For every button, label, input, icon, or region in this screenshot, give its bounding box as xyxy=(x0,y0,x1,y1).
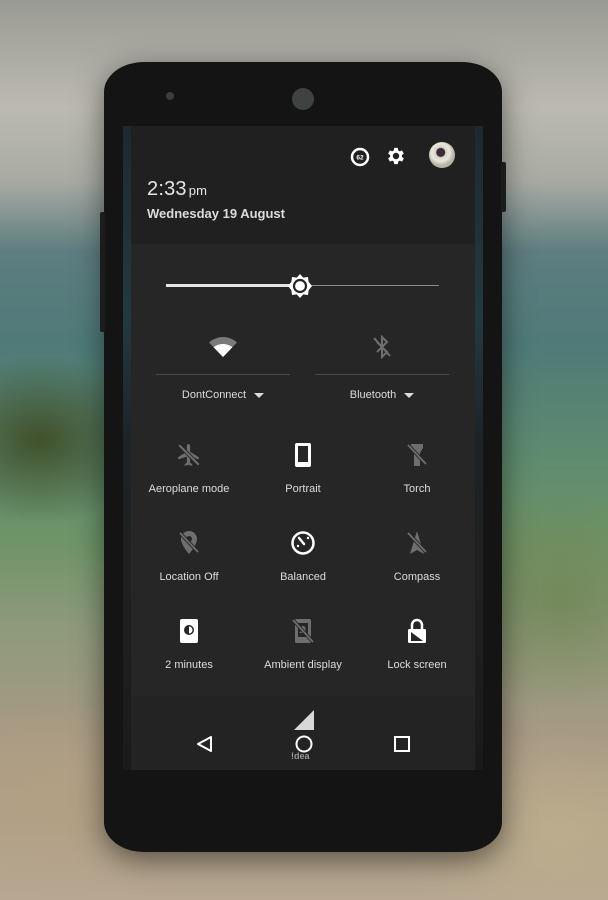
wifi-toggle[interactable]: DontConnect xyxy=(156,328,290,408)
brightness-thumb-icon[interactable] xyxy=(287,273,313,299)
tile-ambient-display[interactable]: Ambient display xyxy=(247,611,359,681)
tile-location[interactable]: Location Off xyxy=(133,523,245,593)
carrier-label: !dea xyxy=(291,751,310,761)
tile-screen-timeout[interactable]: 2 minutes xyxy=(133,611,245,681)
clock[interactable]: 2:33 pm xyxy=(147,178,207,201)
proximity-sensor xyxy=(166,92,174,100)
bluetooth-disabled-icon[interactable] xyxy=(367,334,397,360)
tile-torch[interactable]: Torch xyxy=(361,435,473,505)
back-button[interactable] xyxy=(192,732,218,756)
bluetooth-divider xyxy=(315,374,449,375)
cell-signal-icon xyxy=(292,708,316,732)
chevron-down-icon xyxy=(404,392,415,398)
tile-label: Compass xyxy=(393,571,441,583)
location-off-icon xyxy=(175,529,203,557)
battery-icon: 62 xyxy=(350,147,370,167)
tile-aeroplane-mode[interactable]: Aeroplane mode xyxy=(133,435,245,505)
bluetooth-dropdown[interactable]: Bluetooth xyxy=(315,389,449,401)
performance-gauge-icon xyxy=(289,529,317,557)
portrait-icon xyxy=(289,441,317,469)
battery-level-text: 62 xyxy=(356,155,364,162)
wifi-network-label: DontConnect xyxy=(181,389,247,401)
tile-label: Balanced xyxy=(280,571,326,583)
volume-button xyxy=(100,212,105,332)
bluetooth-toggle[interactable]: Bluetooth xyxy=(315,328,449,408)
notification-header: 62 2:33 pm Wednesday 19 August xyxy=(131,126,475,244)
wifi-divider xyxy=(156,374,290,375)
tile-label: Aeroplane mode xyxy=(148,483,230,495)
brightness-slider[interactable] xyxy=(166,274,439,298)
brightness-fill xyxy=(166,284,300,287)
tile-label: Portrait xyxy=(285,483,321,495)
tile-label: Torch xyxy=(403,483,431,495)
navigation-bar: !dea xyxy=(131,696,475,770)
recents-button[interactable] xyxy=(389,732,415,756)
tile-label: Lock screen xyxy=(387,659,447,671)
compass-off-icon xyxy=(403,529,431,557)
clock-time: 2:33 xyxy=(147,178,187,200)
recents-square-icon xyxy=(394,736,410,752)
torch-off-icon xyxy=(403,441,431,469)
wifi-icon[interactable] xyxy=(208,334,238,360)
power-button xyxy=(501,162,506,212)
date-label[interactable]: Wednesday 19 August xyxy=(147,206,285,221)
phone-frame: 62 2:33 pm Wednesday 19 August DontConne… xyxy=(100,62,506,852)
tile-compass[interactable]: Compass xyxy=(361,523,473,593)
front-camera xyxy=(292,88,314,110)
tile-lock-screen[interactable]: Lock screen xyxy=(361,611,473,681)
tile-label: 2 minutes xyxy=(165,659,213,671)
wifi-network-dropdown[interactable]: DontConnect xyxy=(156,389,290,401)
airplane-off-icon xyxy=(175,441,203,469)
user-avatar[interactable] xyxy=(429,142,455,168)
ambient-display-off-icon xyxy=(289,617,317,645)
chevron-down-icon xyxy=(254,392,265,398)
bluetooth-label: Bluetooth xyxy=(349,389,397,401)
settings-gear-icon[interactable] xyxy=(383,143,409,169)
screen: 62 2:33 pm Wednesday 19 August DontConne… xyxy=(123,126,483,770)
back-triangle-icon xyxy=(197,736,212,752)
tile-portrait[interactable]: Portrait xyxy=(247,435,359,505)
quick-settings-panel: 62 2:33 pm Wednesday 19 August DontConne… xyxy=(131,126,475,770)
tile-performance-profile[interactable]: Balanced xyxy=(247,523,359,593)
lock-screen-icon xyxy=(403,617,431,645)
tile-label: Ambient display xyxy=(264,659,342,671)
tile-label: Location Off xyxy=(159,571,219,583)
screen-timeout-icon xyxy=(175,617,203,645)
clock-ampm: pm xyxy=(188,183,208,198)
